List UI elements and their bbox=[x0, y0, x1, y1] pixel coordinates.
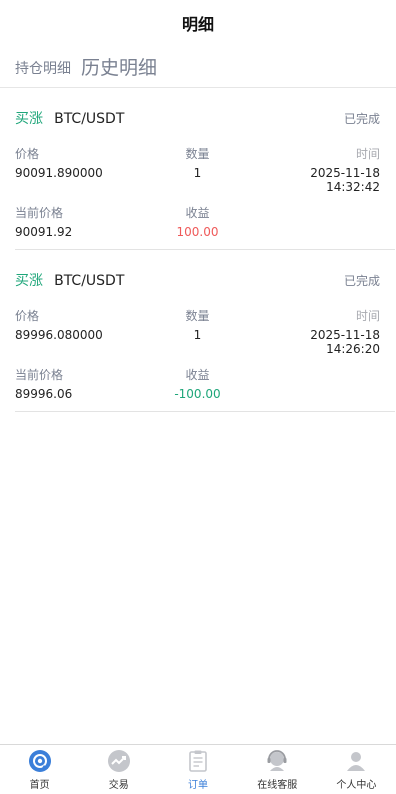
order-status: 已完成 bbox=[343, 111, 380, 126]
tabbar-item-trade[interactable]: 交易 bbox=[79, 745, 158, 794]
order-pair: BTC/USDT bbox=[54, 273, 125, 289]
tab-holding[interactable]: 持仓明细 bbox=[15, 58, 71, 78]
current-price-value: 90091.92 bbox=[15, 225, 73, 239]
price-label: 价格 bbox=[15, 147, 40, 161]
profit-value: -100.00 bbox=[174, 387, 221, 401]
order-details: 价格 数量 时间 90091.890000 1 2025-11-18 14:32… bbox=[15, 145, 380, 239]
tabbar-item-customer-service[interactable]: 在线客服 bbox=[238, 745, 317, 794]
order-pair: BTC/USDT bbox=[54, 111, 125, 127]
current-price-label: 当前价格 bbox=[15, 368, 64, 382]
order-direction: 买涨 bbox=[15, 111, 43, 127]
trade-icon bbox=[107, 749, 130, 772]
tabbar-label: 在线客服 bbox=[257, 779, 298, 791]
order-icon bbox=[189, 750, 207, 772]
tabbar-label: 首页 bbox=[29, 779, 50, 791]
price-label: 价格 bbox=[15, 309, 40, 323]
qty-value: 1 bbox=[193, 166, 202, 180]
page-header: 明细 bbox=[0, 0, 396, 46]
order-header: 买涨 BTC/USDT 已完成 bbox=[15, 270, 380, 290]
bottom-tab-bar: 首页 交易 订单 在线客服 个人中心 bbox=[0, 744, 396, 794]
order-card: 买涨 BTC/USDT 已完成 价格 数量 时间 90091.890000 1 … bbox=[15, 88, 395, 250]
current-price-value: 89996.06 bbox=[15, 387, 73, 401]
order-header: 买涨 BTC/USDT 已完成 bbox=[15, 108, 380, 128]
order-card: 买涨 BTC/USDT 已完成 价格 数量 时间 89996.080000 1 … bbox=[15, 250, 395, 412]
order-status: 已完成 bbox=[343, 273, 380, 288]
qty-label: 数量 bbox=[185, 309, 210, 323]
profile-icon bbox=[347, 751, 366, 771]
detail-tabs: 持仓明细 历史明细 bbox=[0, 46, 396, 88]
price-value: 89996.080000 bbox=[15, 328, 103, 342]
qty-value: 1 bbox=[193, 328, 202, 342]
profit-label: 收益 bbox=[185, 206, 210, 220]
tabbar-item-orders[interactable]: 订单 bbox=[158, 745, 237, 794]
time-label: 时间 bbox=[355, 147, 380, 161]
order-direction: 买涨 bbox=[15, 273, 43, 289]
page-title: 明细 bbox=[181, 15, 214, 34]
customer-service-icon bbox=[267, 749, 287, 771]
profit-label: 收益 bbox=[185, 368, 210, 382]
time-value: 2025-11-18 14:26:20 bbox=[310, 328, 380, 356]
price-value: 90091.890000 bbox=[15, 166, 103, 180]
tab-history[interactable]: 历史明细 bbox=[81, 53, 157, 80]
time-value: 2025-11-18 14:32:42 bbox=[310, 166, 380, 194]
tabbar-label: 订单 bbox=[188, 779, 208, 791]
profit-value: 100.00 bbox=[176, 225, 219, 239]
home-icon bbox=[28, 749, 51, 772]
tabbar-label: 交易 bbox=[108, 779, 129, 791]
tabbar-label: 个人中心 bbox=[336, 779, 377, 791]
tabbar-item-home[interactable]: 首页 bbox=[0, 745, 79, 794]
qty-label: 数量 bbox=[185, 147, 210, 161]
tabbar-item-profile[interactable]: 个人中心 bbox=[317, 745, 396, 794]
current-price-label: 当前价格 bbox=[15, 206, 64, 220]
order-details: 价格 数量 时间 89996.080000 1 2025-11-18 14:26… bbox=[15, 307, 380, 401]
time-label: 时间 bbox=[355, 309, 380, 323]
